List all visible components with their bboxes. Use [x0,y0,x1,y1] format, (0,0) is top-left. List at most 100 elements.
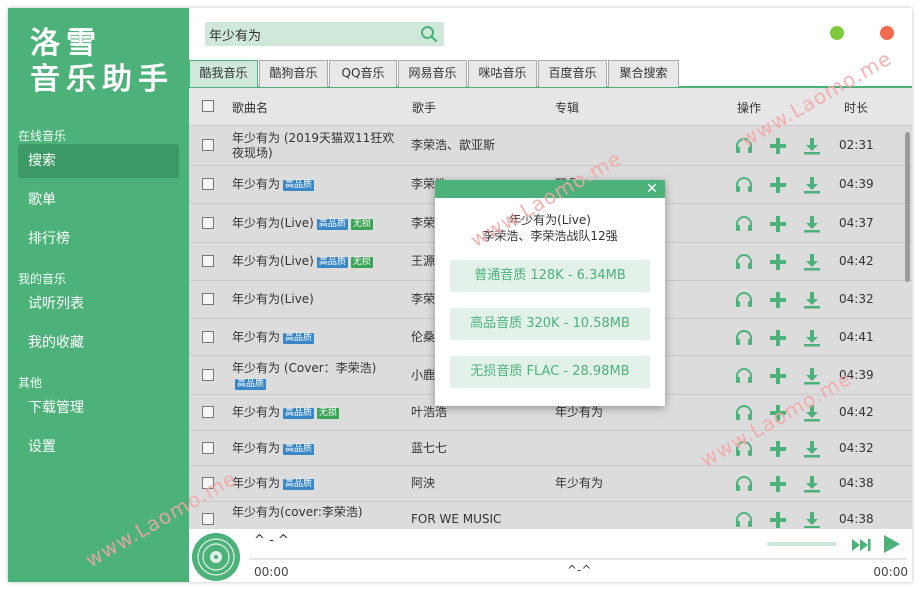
song-name[interactable]: 年少有为 高品质 [232,177,402,192]
add-icon[interactable] [768,474,788,494]
sidebar-item-search[interactable]: 搜索 [18,144,179,178]
hq-badge: 高品质 [283,444,315,455]
add-icon[interactable] [768,403,788,423]
quality-lossless-button[interactable]: 无损音质 FLAC - 28.98MB [450,356,650,388]
duration: 04:38 [839,512,874,526]
headphones-icon[interactable] [734,439,754,459]
song-name[interactable]: 年少有为(Live) 高品质 无损 [232,216,402,231]
scrollbar[interactable] [905,132,910,282]
download-icon[interactable] [802,175,822,195]
tab-kuwo[interactable]: 酷我音乐 [189,60,258,87]
download-icon[interactable] [802,214,822,234]
close-icon[interactable]: ✕ [643,180,661,198]
sidebar-item-charts[interactable]: 排行榜 [18,222,179,256]
tab-kugou[interactable]: 酷狗音乐 [259,60,328,87]
tab-baidu[interactable]: 百度音乐 [538,60,607,87]
song-name[interactable]: 年少有为 高品质 [232,441,402,456]
row-checkbox[interactable] [202,406,214,418]
lossless-badge: 无损 [317,408,340,419]
volume-slider[interactable] [767,542,837,546]
sidebar: 洛雪 音乐助手 在线音乐 搜索 歌单 排行榜 我的音乐 试听列表 我的收藏 其他… [8,8,189,582]
row-checkbox[interactable] [202,217,214,229]
tab-aggregate[interactable]: 聚合搜索 [608,60,679,87]
row-actions [734,175,824,195]
row-checkbox[interactable] [202,139,214,151]
download-icon[interactable] [802,290,822,310]
table-row[interactable]: 年少有为(cover:李荣浩) FOR WE MUSIC 04:38 [189,502,912,528]
row-checkbox[interactable] [202,442,214,454]
play-icon[interactable] [880,533,902,555]
add-icon[interactable] [768,510,788,528]
row-checkbox[interactable] [202,255,214,267]
table-row[interactable]: 年少有为 高品质 阿泱 年少有为 04:38 [189,466,912,502]
headphones-icon[interactable] [734,328,754,348]
song-name[interactable]: 年少有为(Live) 高品质 无损 [232,254,402,269]
add-icon[interactable] [768,136,788,156]
close-button[interactable] [880,26,894,40]
search-icon[interactable] [420,25,438,43]
headphones-icon[interactable] [734,175,754,195]
add-icon[interactable] [768,175,788,195]
row-checkbox[interactable] [202,293,214,305]
select-all-checkbox[interactable] [202,100,214,112]
headphones-icon[interactable] [734,474,754,494]
headphones-icon[interactable] [734,510,754,528]
download-icon[interactable] [802,366,822,386]
table-row[interactable]: 年少有为 高品质 蓝七七 04:32 [189,431,912,466]
song-name[interactable]: 年少有为 高品质 [232,476,402,491]
row-checkbox[interactable] [202,477,214,489]
table-row[interactable]: 年少有为 (2019天猫双11狂欢夜现场) 李荣浩、歆亚斯 02:31 [189,126,912,166]
row-checkbox[interactable] [202,178,214,190]
song-name[interactable]: 年少有为(cover:李荣浩) [232,505,402,520]
sidebar-item-playlist[interactable]: 歌单 [18,183,179,217]
add-icon[interactable] [768,366,788,386]
add-icon[interactable] [768,328,788,348]
headphones-icon[interactable] [734,403,754,423]
song-name[interactable]: 年少有为 高品质 无损 [232,405,402,420]
headphones-icon[interactable] [734,252,754,272]
download-icon[interactable] [802,136,822,156]
sidebar-item-settings[interactable]: 设置 [18,430,179,464]
song-name[interactable]: 年少有为 高品质 [232,330,402,345]
quality-standard-button[interactable]: 普通音质 128K - 6.34MB [450,260,650,292]
download-icon[interactable] [802,510,822,528]
song-name[interactable]: 年少有为 (Cover：李荣浩) 高品质 [232,361,402,391]
download-icon[interactable] [802,439,822,459]
tab-migu[interactable]: 咪咕音乐 [468,60,537,87]
search-input[interactable] [209,22,409,46]
add-icon[interactable] [768,252,788,272]
row-checkbox[interactable] [202,331,214,343]
tab-qq[interactable]: QQ音乐 [329,60,397,87]
song-name[interactable]: 年少有为(Live) [232,292,402,307]
tab-netease[interactable]: 网易音乐 [398,60,467,87]
progress-bar[interactable] [249,558,907,560]
song-name-text: 年少有为(Live) [232,216,314,230]
headphones-icon[interactable] [734,290,754,310]
download-icon[interactable] [802,403,822,423]
headphones-icon[interactable] [734,214,754,234]
sidebar-item-downloads[interactable]: 下载管理 [18,391,179,425]
singer: 叶浩浩 [411,405,448,419]
header-album: 专辑 [555,101,580,115]
headphones-icon[interactable] [734,136,754,156]
next-track-icon[interactable] [850,535,872,555]
quality-high-button[interactable]: 高品音质 320K - 10.58MB [450,308,650,340]
add-icon[interactable] [768,439,788,459]
table-header: 歌曲名 歌手 专辑 操作 时长 [189,88,912,126]
sidebar-item-listen-list[interactable]: 试听列表 [18,287,179,321]
sidebar-item-favorites[interactable]: 我的收藏 [18,326,179,360]
download-icon[interactable] [802,474,822,494]
add-icon[interactable] [768,214,788,234]
song-name[interactable]: 年少有为 (2019天猫双11狂欢夜现场) [232,131,402,161]
download-icon[interactable] [802,328,822,348]
add-icon[interactable] [768,290,788,310]
row-checkbox[interactable] [202,369,214,381]
headphones-icon[interactable] [734,366,754,386]
row-actions [734,403,824,423]
row-checkbox[interactable] [202,513,214,525]
header-duration: 时长 [844,101,869,115]
song-name-text: 年少有为(Live) [232,254,314,268]
download-icon[interactable] [802,252,822,272]
singer: 伦桑 [411,330,436,344]
minimize-button[interactable] [830,26,844,40]
